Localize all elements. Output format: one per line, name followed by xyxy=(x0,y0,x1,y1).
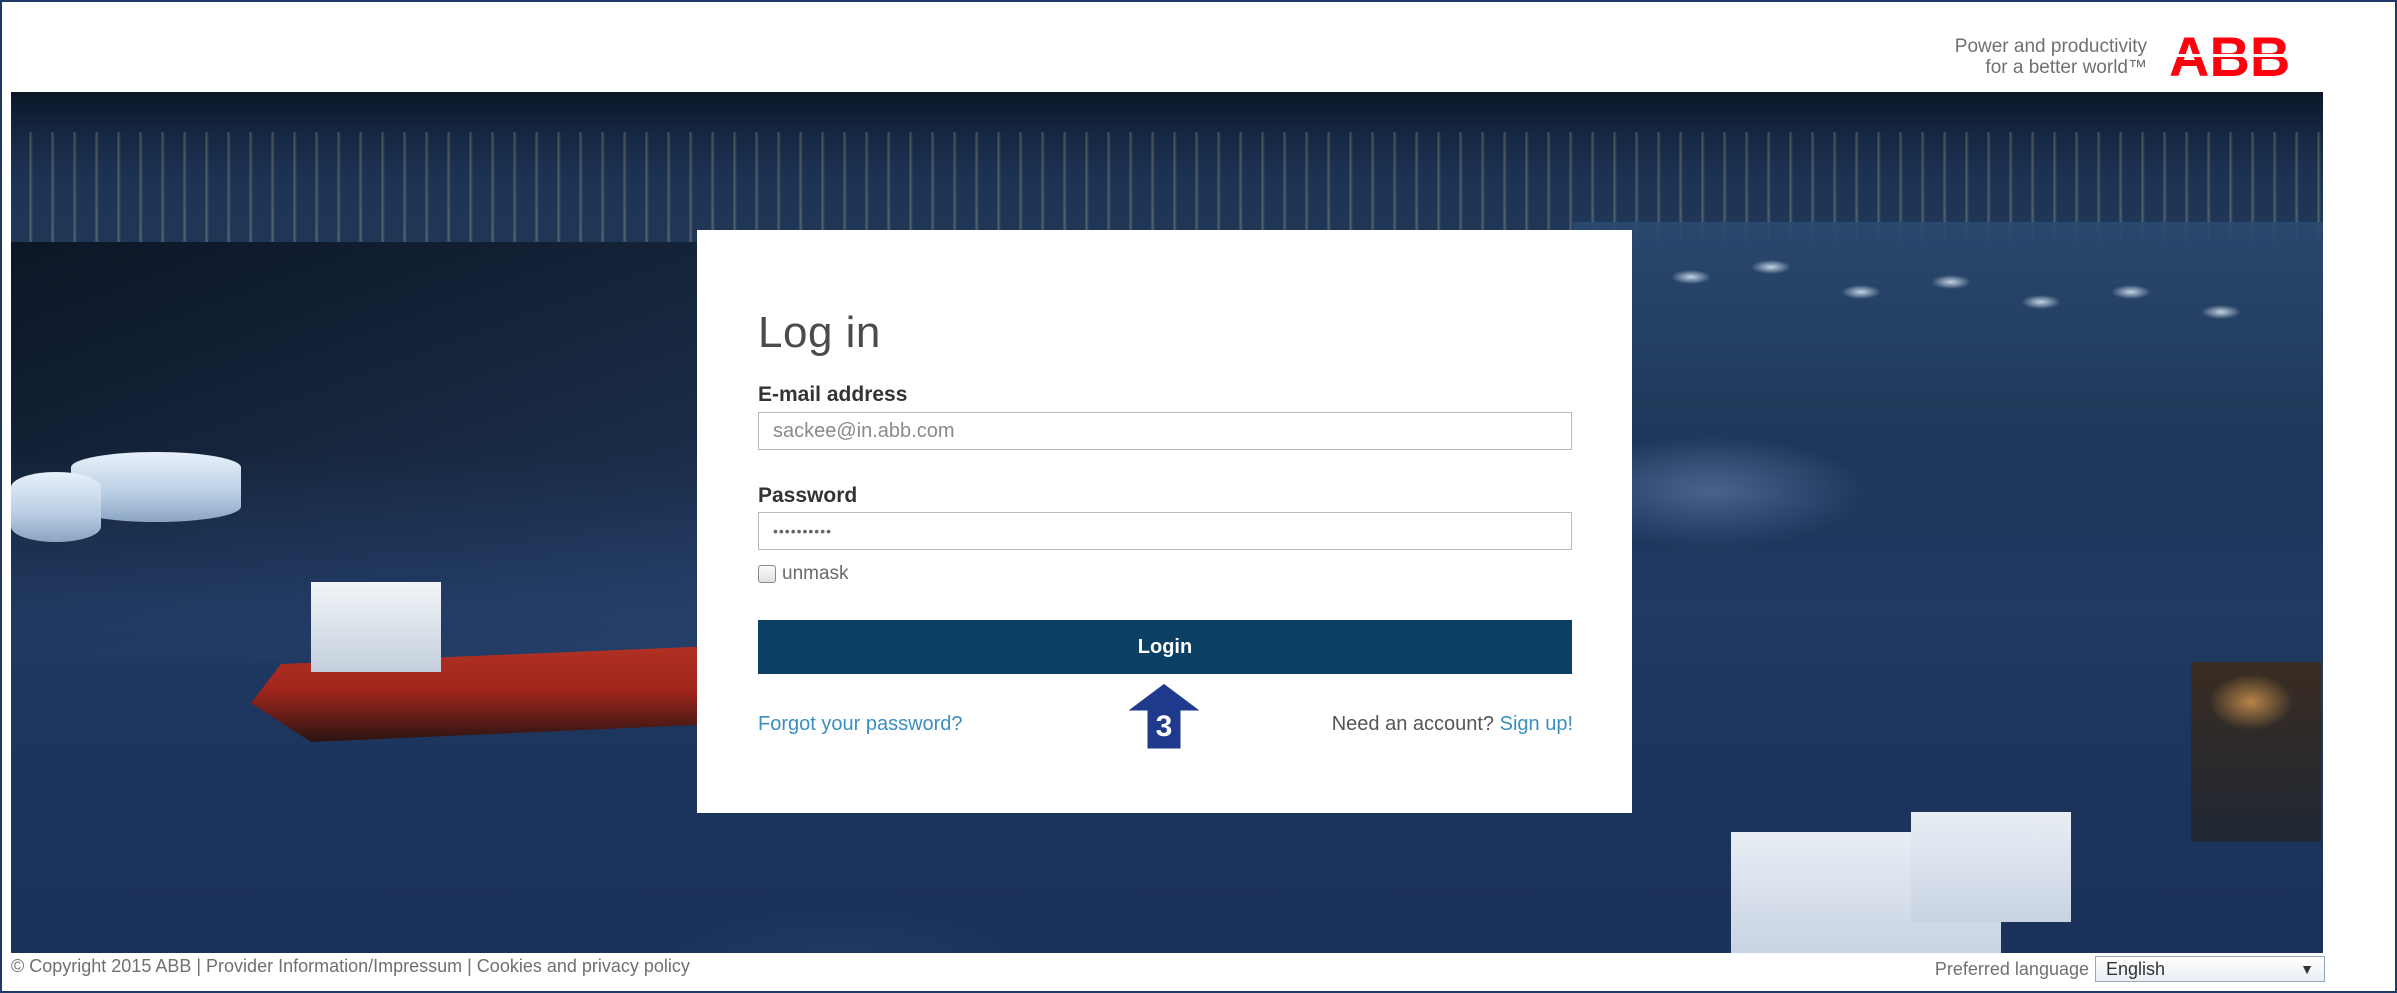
unmask-checkbox[interactable] xyxy=(758,565,776,583)
language-dropdown[interactable]: English ▼ xyxy=(2095,956,2325,982)
need-account-text: Need an account? xyxy=(1331,713,1495,735)
need-account: Need an account? Sign up! xyxy=(1332,713,1573,736)
unmask-row: unmask xyxy=(758,563,849,585)
tagline-line2: for a better world™ xyxy=(1985,57,2147,78)
login-title: Log in xyxy=(758,308,881,357)
forgot-password-link[interactable]: Forgot your password? xyxy=(758,713,963,736)
password-field[interactable]: •••••••••• xyxy=(758,512,1572,550)
hero-tank xyxy=(11,472,101,542)
language-selector: Preferred language English ▼ xyxy=(1935,956,2325,982)
footer-copyright: © Copyright 2015 ABB | Provider Informat… xyxy=(11,956,690,976)
unmask-label: unmask xyxy=(782,563,849,584)
email-field[interactable]: sackee@in.abb.com xyxy=(758,412,1572,450)
step-number: 3 xyxy=(1155,710,1173,743)
dropdown-arrow-icon: ▼ xyxy=(2300,961,2314,977)
hero-storage-tanks xyxy=(1571,222,2323,412)
language-label: Preferred language xyxy=(1934,958,2089,979)
abb-logo: ABB xyxy=(2169,32,2319,82)
hero-warm-lights xyxy=(2191,662,2321,842)
tagline: Power and productivity for a better worl… xyxy=(1955,36,2147,78)
header-branding: Power and productivity for a better worl… xyxy=(1955,32,2319,82)
password-label: Password xyxy=(758,484,858,507)
email-placeholder: sackee@in.abb.com xyxy=(773,419,955,442)
tagline-line1: Power and productivity xyxy=(1954,36,2147,57)
language-value: English xyxy=(2106,958,2166,979)
hero-ship-deck xyxy=(311,582,441,672)
step-marker: 3 xyxy=(1119,680,1209,752)
email-label: E-mail address xyxy=(758,383,908,406)
hero-building xyxy=(1911,812,2071,922)
password-value: •••••••••• xyxy=(773,523,833,539)
signup-link[interactable]: Sign up! xyxy=(1500,713,1573,735)
login-button[interactable]: Login xyxy=(758,620,1572,674)
